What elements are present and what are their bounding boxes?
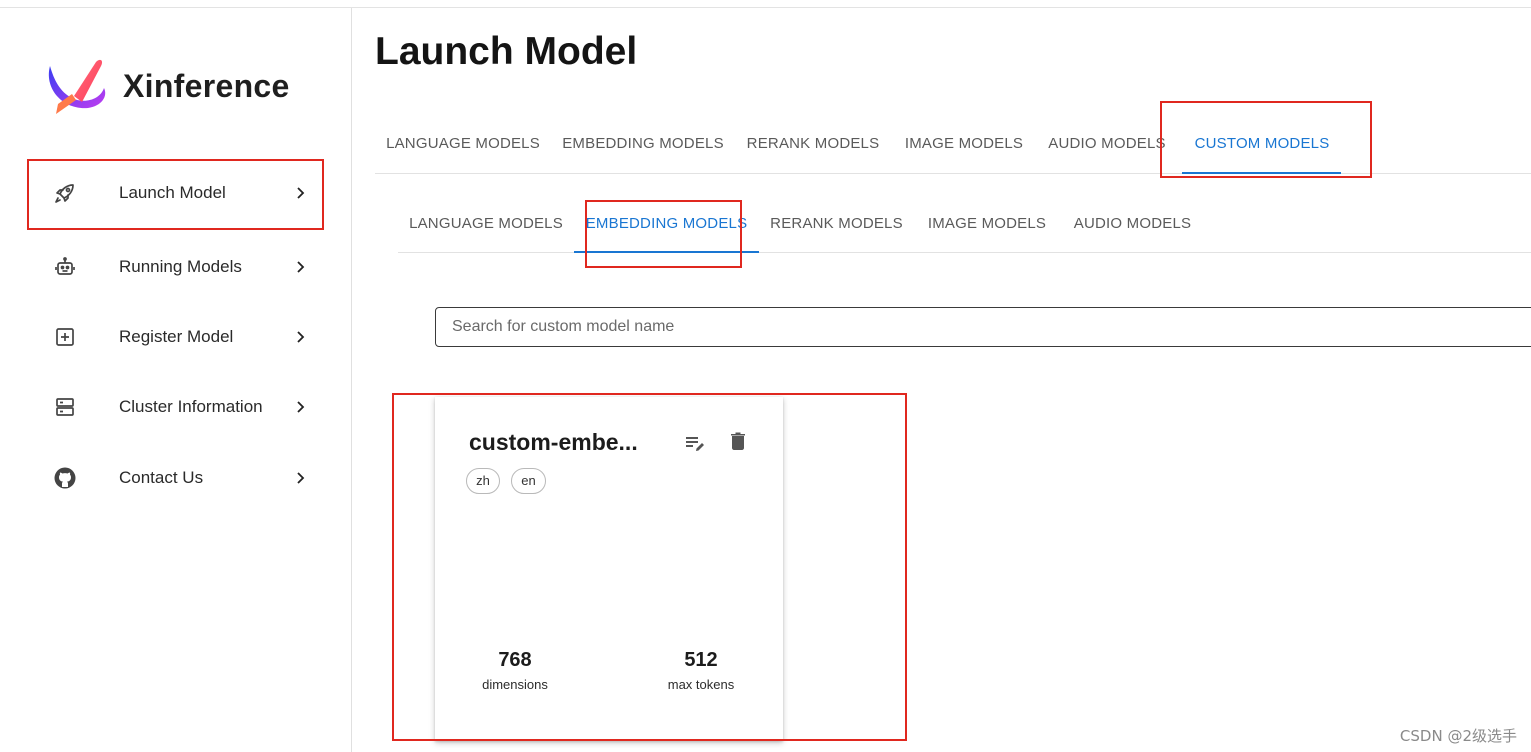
language-chip: en bbox=[511, 468, 546, 494]
chevron-right-icon bbox=[297, 401, 305, 413]
search-input[interactable] bbox=[436, 308, 1452, 346]
stat-dimensions-value: 768 bbox=[498, 649, 532, 671]
model-card[interactable]: custom-embe... zh en 768 dimensions 512 … bbox=[435, 397, 783, 741]
tab-custom-models[interactable]: CUSTOM MODELS bbox=[1182, 118, 1342, 172]
stat-dimensions-label: dimensions bbox=[482, 677, 548, 692]
sidebar-item-label: Launch Model bbox=[119, 183, 226, 202]
robot-icon bbox=[52, 254, 78, 280]
chevron-right-icon bbox=[297, 331, 305, 343]
subtab-language-models[interactable]: LANGUAGE MODELS bbox=[398, 198, 574, 252]
sidebar-item-label: Contact Us bbox=[119, 468, 204, 487]
model-type-tabs: LANGUAGE MODELS EMBEDDING MODELS RERANK … bbox=[375, 118, 1531, 174]
search-box bbox=[435, 307, 1531, 347]
active-tab-indicator bbox=[1182, 172, 1341, 174]
edit-note-icon[interactable] bbox=[683, 431, 707, 455]
stat-max-tokens-label: max tokens bbox=[667, 677, 735, 692]
sidebar: Xinference Launch Model Running Models R… bbox=[0, 8, 352, 752]
tab-image-models[interactable]: IMAGE MODELS bbox=[891, 118, 1037, 172]
stat-max-tokens-value: 512 bbox=[684, 649, 718, 671]
chevron-right-icon bbox=[297, 261, 305, 273]
page-title: Launch Model bbox=[375, 30, 638, 73]
sidebar-item-launch-model[interactable]: Launch Model bbox=[30, 160, 322, 226]
chevron-right-icon bbox=[297, 472, 305, 484]
subtab-rerank-models[interactable]: RERANK MODELS bbox=[759, 198, 914, 252]
language-chip: zh bbox=[466, 468, 500, 494]
server-icon bbox=[52, 394, 78, 420]
tab-rerank-models[interactable]: RERANK MODELS bbox=[735, 118, 891, 172]
sidebar-item-label: Running Models bbox=[119, 257, 242, 276]
sidebar-item-contact-us[interactable]: Contact Us bbox=[30, 445, 322, 511]
rocket-icon bbox=[52, 180, 78, 206]
app-brand-name: Xinference bbox=[123, 68, 290, 104]
custom-model-type-tabs: LANGUAGE MODELS EMBEDDING MODELS RERANK … bbox=[398, 198, 1531, 253]
sidebar-item-running-models[interactable]: Running Models bbox=[30, 234, 322, 300]
delete-icon[interactable] bbox=[726, 429, 750, 453]
plus-square-icon bbox=[52, 324, 78, 350]
tab-language-models[interactable]: LANGUAGE MODELS bbox=[375, 118, 551, 172]
chevron-right-icon bbox=[297, 187, 305, 199]
sidebar-item-label: Register Model bbox=[119, 327, 234, 346]
active-subtab-indicator bbox=[574, 251, 759, 253]
watermark-text: CSDN @2级选手 bbox=[1399, 727, 1517, 745]
tab-embedding-models[interactable]: EMBEDDING MODELS bbox=[551, 118, 735, 172]
subtab-embedding-models[interactable]: EMBEDDING MODELS bbox=[574, 198, 759, 252]
sidebar-item-cluster-information[interactable]: Cluster Information bbox=[30, 374, 322, 440]
xinference-logo bbox=[48, 59, 106, 114]
sidebar-item-register-model[interactable]: Register Model bbox=[30, 304, 322, 370]
subtab-audio-models[interactable]: AUDIO MODELS bbox=[1060, 198, 1205, 252]
sidebar-item-label: Cluster Information bbox=[119, 397, 263, 416]
subtab-image-models[interactable]: IMAGE MODELS bbox=[914, 198, 1060, 252]
github-icon bbox=[52, 465, 78, 491]
model-card-title: custom-embe... bbox=[469, 429, 638, 455]
tab-audio-models[interactable]: AUDIO MODELS bbox=[1037, 118, 1177, 172]
